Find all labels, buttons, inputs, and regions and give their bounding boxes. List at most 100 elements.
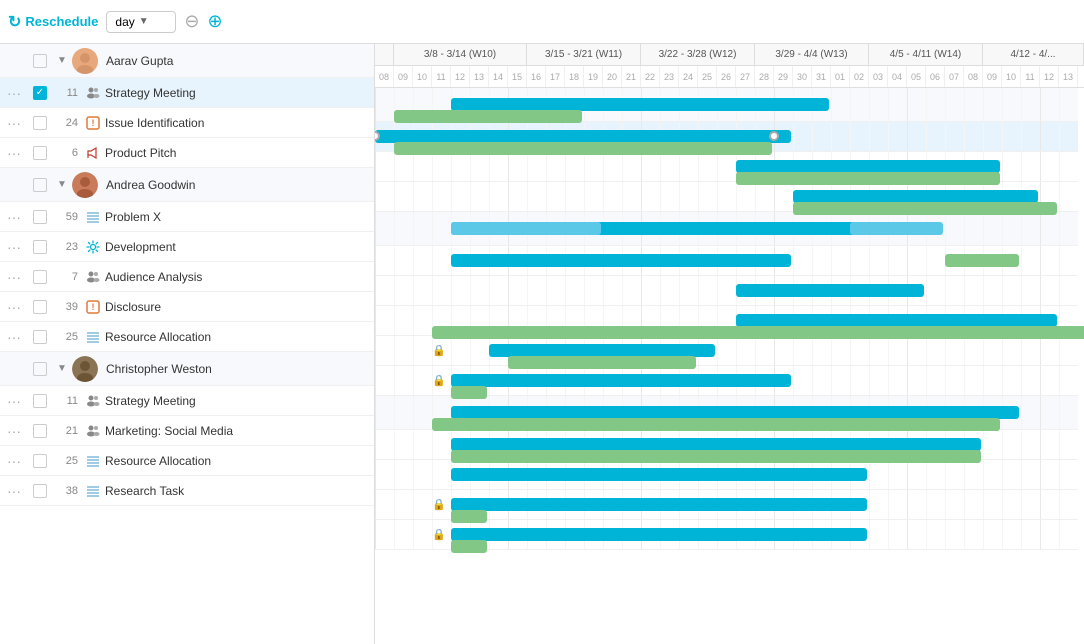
day-header-cell: 25 xyxy=(698,66,717,87)
dots-menu[interactable]: ··· xyxy=(0,269,28,285)
checkbox[interactable] xyxy=(33,86,47,100)
gantt-bar xyxy=(451,510,487,523)
gantt-bar xyxy=(451,468,867,481)
dots-menu[interactable]: ··· xyxy=(0,483,28,499)
alert-icon: ! xyxy=(86,300,100,314)
gantt-bar xyxy=(394,142,772,155)
checkbox[interactable] xyxy=(33,330,47,344)
reschedule-button[interactable]: ↻ Reschedule xyxy=(8,12,98,32)
check-cell xyxy=(28,330,52,344)
gantt-bar xyxy=(736,172,1000,185)
dots-menu[interactable]: ··· xyxy=(0,209,28,225)
task-cell: Product Pitch xyxy=(82,146,374,160)
expand-icon[interactable]: ▼ xyxy=(52,55,72,66)
dots-menu[interactable]: ··· xyxy=(0,393,28,409)
svg-text:!: ! xyxy=(92,118,95,128)
day-header-cell: 20 xyxy=(603,66,622,87)
day-header-cell: 09 xyxy=(983,66,1002,87)
task-name: Development xyxy=(105,240,176,254)
person-row: ▼ Andrea Goodwin xyxy=(0,168,374,202)
check-cell xyxy=(28,300,52,314)
day-header-cell: 11 xyxy=(432,66,451,87)
checkbox[interactable] xyxy=(33,454,47,468)
lock-icon: 🔒 xyxy=(432,344,446,357)
check-cell xyxy=(28,178,52,192)
gantt-task-row xyxy=(375,182,1078,212)
dots-menu[interactable]: ··· xyxy=(0,423,28,439)
task-name: Disclosure xyxy=(105,300,161,314)
checkbox[interactable] xyxy=(33,484,47,498)
gantt-bar xyxy=(451,450,981,463)
gantt-rows: 🔒🔒🔒🔒 xyxy=(375,88,1084,644)
checkbox[interactable] xyxy=(33,300,47,314)
day-header-cell: 23 xyxy=(660,66,679,87)
people-icon xyxy=(86,424,100,438)
day-header-cell: 26 xyxy=(717,66,736,87)
expand-icon[interactable]: ▼ xyxy=(52,179,72,190)
dots-menu[interactable]: ··· xyxy=(0,299,28,315)
day-header-cell: 22 xyxy=(641,66,660,87)
task-name: Audience Analysis xyxy=(105,270,202,284)
checkbox[interactable] xyxy=(33,394,47,408)
day-header-cell: 10 xyxy=(1002,66,1021,87)
checkbox[interactable] xyxy=(33,424,47,438)
gantt-task-row xyxy=(375,306,1078,336)
task-id: 11 xyxy=(52,87,82,99)
task-row: ··· 11 Strategy Meeting xyxy=(0,386,374,416)
dots-menu[interactable]: ··· xyxy=(0,115,28,131)
gantt-task-row xyxy=(375,246,1078,276)
task-row: ··· 59 Problem X xyxy=(0,202,374,232)
check-cell xyxy=(28,240,52,254)
day-header-cell: 16 xyxy=(527,66,546,87)
task-row: ··· 25 Resource Allocation xyxy=(0,322,374,352)
task-row: ··· 39 ! Disclosure xyxy=(0,292,374,322)
check-cell xyxy=(28,146,52,160)
task-name: Research Task xyxy=(105,484,184,498)
gantt-bar xyxy=(850,222,943,235)
svg-text:!: ! xyxy=(92,302,95,312)
megaphone-icon xyxy=(86,146,100,160)
checkbox[interactable] xyxy=(33,178,47,192)
task-row: ··· 23 Development xyxy=(0,232,374,262)
checkbox[interactable] xyxy=(33,116,47,130)
check-cell xyxy=(28,394,52,408)
check-cell xyxy=(28,454,52,468)
list-icon xyxy=(86,210,100,224)
week-cell xyxy=(375,44,394,65)
dots-menu[interactable]: ··· xyxy=(0,85,28,101)
checkbox[interactable] xyxy=(33,362,47,376)
task-cell: Marketing: Social Media xyxy=(82,424,374,438)
task-cell: Strategy Meeting xyxy=(82,394,374,408)
day-header-cell: 31 xyxy=(812,66,831,87)
checkbox[interactable] xyxy=(33,146,47,160)
task-cell: Problem X xyxy=(82,210,374,224)
list-icon xyxy=(86,330,100,344)
task-id: 59 xyxy=(52,211,82,223)
checkbox[interactable] xyxy=(33,54,47,68)
nav-next-button[interactable]: ⊕ xyxy=(207,11,222,32)
day-header-cell: 27 xyxy=(736,66,755,87)
person-name: Aarav Gupta xyxy=(106,54,173,68)
day-header-cell: 08 xyxy=(964,66,983,87)
day-select[interactable]: day ▼ xyxy=(106,11,176,33)
task-id: 7 xyxy=(52,271,82,283)
checkbox[interactable] xyxy=(33,210,47,224)
chevron-down-icon: ▼ xyxy=(139,16,149,27)
gantt-task-row xyxy=(375,430,1078,460)
gantt-bar xyxy=(432,418,1000,431)
task-name: Resource Allocation xyxy=(105,454,211,468)
checkbox[interactable] xyxy=(33,240,47,254)
person-row: ▼ Aarav Gupta xyxy=(0,44,374,78)
day-header-cell: 10 xyxy=(413,66,432,87)
task-name: Problem X xyxy=(105,210,161,224)
dots-menu[interactable]: ··· xyxy=(0,239,28,255)
people-icon xyxy=(86,86,100,100)
dots-menu[interactable]: ··· xyxy=(0,329,28,345)
dots-menu[interactable]: ··· xyxy=(0,145,28,161)
day-header-cell: 21 xyxy=(622,66,641,87)
expand-icon[interactable]: ▼ xyxy=(52,363,72,374)
task-row: ··· 7 Audience Analysis xyxy=(0,262,374,292)
checkbox[interactable] xyxy=(33,270,47,284)
nav-prev-button[interactable]: ⊖ xyxy=(184,11,199,32)
dots-menu[interactable]: ··· xyxy=(0,453,28,469)
